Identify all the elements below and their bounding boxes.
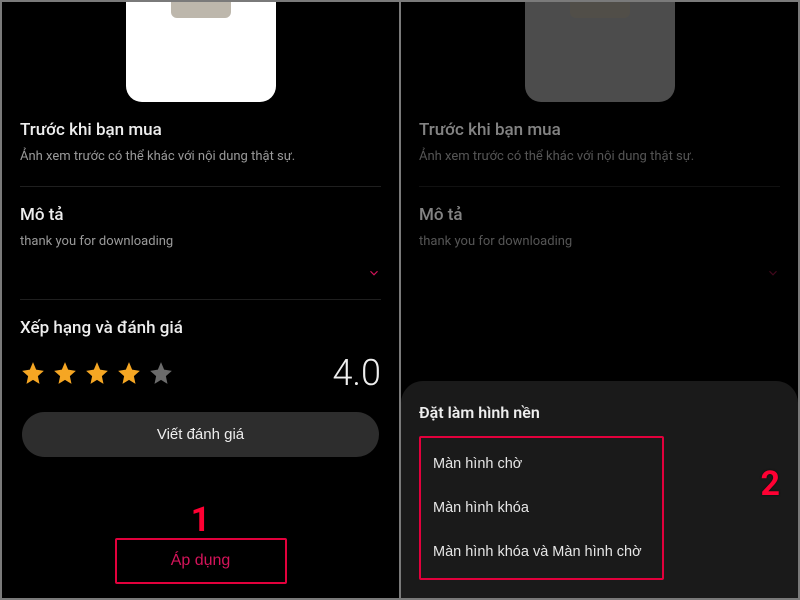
ratings-title: Xếp hạng và đánh giá — [20, 318, 381, 338]
before-buy-note: Ảnh xem trước có thể khác với nội dung t… — [419, 148, 780, 166]
description-title: Mô tả — [419, 205, 780, 225]
chevron-down-icon[interactable] — [367, 265, 381, 279]
detail-content-dimmed: Trước khi bạn mua Ảnh xem trước có thể k… — [401, 2, 798, 299]
screenshot-right: Trước khi bạn mua Ảnh xem trước có thể k… — [401, 2, 798, 598]
sheet-options-highlight: Màn hình chờ Màn hình khóa Màn hình khóa… — [419, 436, 664, 580]
wallpaper-preview — [126, 2, 276, 102]
before-buy-title: Trước khi bạn mua — [419, 120, 780, 140]
option-lock-screen[interactable]: Màn hình khóa — [429, 486, 654, 530]
annotation-step-1: 1 — [191, 500, 211, 540]
before-buy-section: Trước khi bạn mua Ảnh xem trước có thể k… — [20, 102, 381, 187]
before-buy-note: Ảnh xem trước có thể khác với nội dung t… — [20, 148, 381, 166]
option-home-screen[interactable]: Màn hình chờ — [429, 442, 654, 486]
description-body: thank you for downloading — [419, 233, 780, 251]
screenshot-left: Trước khi bạn mua Ảnh xem trước có thể k… — [2, 2, 399, 598]
ratings-section: Xếp hạng và đánh giá 4.0 Viết đánh giá — [20, 300, 381, 463]
set-wallpaper-sheet: Đặt làm hình nền Màn hình chờ Màn hình k… — [401, 381, 798, 598]
star-icon-empty — [148, 360, 174, 386]
description-section: Mô tả thank you for downloading — [419, 187, 780, 299]
star-icon — [116, 360, 142, 386]
sheet-title: Đặt làm hình nền — [419, 403, 780, 422]
apply-button[interactable]: Áp dụng — [115, 538, 287, 584]
wallpaper-preview — [525, 2, 675, 102]
description-section: Mô tả thank you for downloading — [20, 187, 381, 300]
write-review-button[interactable]: Viết đánh giá — [22, 412, 379, 457]
before-buy-section: Trước khi bạn mua Ảnh xem trước có thể k… — [419, 102, 780, 187]
star-icon — [84, 360, 110, 386]
star-icon — [20, 360, 46, 386]
detail-content: Trước khi bạn mua Ảnh xem trước có thể k… — [2, 102, 399, 463]
star-icon — [52, 360, 78, 386]
description-title: Mô tả — [20, 205, 381, 225]
chevron-down-icon[interactable] — [766, 265, 780, 279]
option-both-screens[interactable]: Màn hình khóa và Màn hình chờ — [429, 530, 654, 574]
annotation-step-2: 2 — [760, 464, 780, 504]
before-buy-title: Trước khi bạn mua — [20, 120, 381, 140]
description-body: thank you for downloading — [20, 233, 381, 251]
star-row — [20, 360, 174, 386]
rating-score: 4.0 — [332, 352, 381, 394]
